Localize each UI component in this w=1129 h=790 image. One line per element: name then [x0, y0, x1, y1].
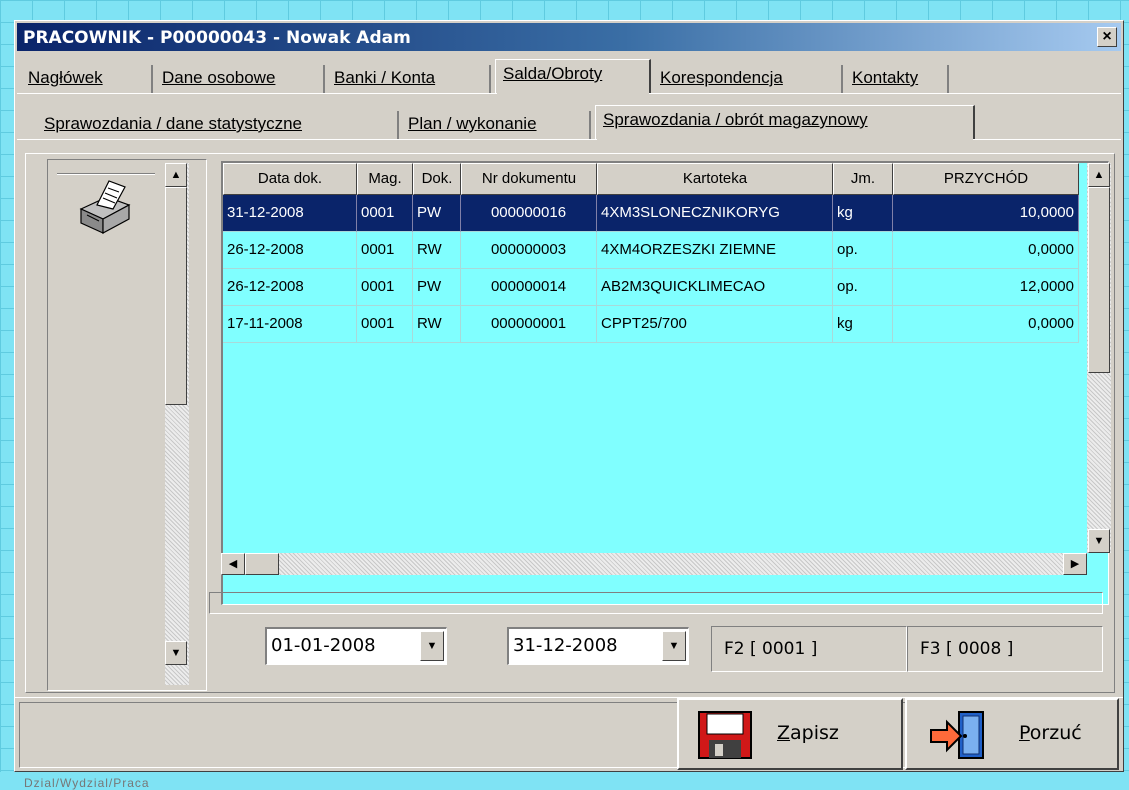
cell-przychod[interactable]: 0,0000: [893, 306, 1079, 343]
cell-nr-dokumentu[interactable]: 000000003: [461, 232, 597, 269]
cell-mag[interactable]: 0001: [357, 269, 413, 306]
scroll-down-button[interactable]: ▼: [1088, 529, 1110, 553]
tab-sprawozdania-dane-statystyczne[interactable]: Sprawozdania / dane statystyczne: [37, 111, 399, 139]
cell-kartoteka[interactable]: 4XM4ORZESZKI ZIEMNE: [597, 232, 833, 269]
cell-kartoteka[interactable]: CPPT25/700: [597, 306, 833, 343]
grid-header-row: Data dok. Mag. Dok. Nr dokumentu Kartote…: [223, 163, 1079, 195]
scroll-up-button[interactable]: ▲: [165, 163, 187, 187]
scroll-thumb[interactable]: [165, 187, 187, 405]
cell-date[interactable]: 17-11-2008: [223, 306, 357, 343]
employee-window: PRACOWNIK - P00000043 - Nowak Adam × Nag…: [14, 20, 1124, 772]
column-header-nr-dokumentu[interactable]: Nr dokumentu: [461, 163, 597, 195]
title-bar[interactable]: PRACOWNIK - P00000043 - Nowak Adam ×: [17, 23, 1121, 51]
tab-banki-konta[interactable]: Banki / Konta: [327, 65, 491, 93]
top-tab-row: Nagłówek Dane osobowe Banki / Konta Sald…: [15, 59, 1123, 93]
cell-mag[interactable]: 0001: [357, 306, 413, 343]
cell-jm[interactable]: op.: [833, 269, 893, 306]
cell-mag[interactable]: 0001: [357, 232, 413, 269]
save-button[interactable]: Zapisz: [677, 698, 903, 770]
table-row[interactable]: 31-12-2008 0001 PW 000000016 4XM3SLONECZ…: [223, 195, 1079, 232]
scroll-left-button[interactable]: ◀: [221, 553, 245, 575]
date-to-dropdown-button[interactable]: ▼: [662, 631, 686, 661]
cell-kartoteka[interactable]: AB2M3QUICKLIMECAO: [597, 269, 833, 306]
tab-underline: [649, 93, 1121, 94]
column-header-przychod[interactable]: PRZYCHÓD: [893, 163, 1079, 195]
desktop-bottom-strip: [0, 772, 1129, 790]
save-button-accelerator: Z: [777, 722, 791, 744]
table-row[interactable]: 26-12-2008 0001 PW 000000014 AB2M3QUICKL…: [223, 269, 1079, 306]
date-from-combo[interactable]: 01-01-2008 ▼: [265, 627, 447, 665]
save-button-label: Zapisz: [777, 722, 839, 744]
date-to-value[interactable]: 31-12-2008: [513, 635, 618, 656]
date-from-value[interactable]: 01-01-2008: [271, 635, 376, 656]
floppy-disk-icon: [698, 711, 752, 759]
cell-przychod[interactable]: 12,0000: [893, 269, 1079, 306]
column-header-data-dok[interactable]: Data dok.: [223, 163, 357, 195]
cell-nr-dokumentu[interactable]: 000000001: [461, 306, 597, 343]
save-button-label-rest: apisz: [790, 722, 839, 744]
status-strip: [209, 592, 1103, 614]
tab-underline: [17, 139, 597, 140]
cell-mag[interactable]: 0001: [357, 195, 413, 232]
scroll-down-button[interactable]: ▼: [165, 641, 187, 665]
background-label: Dzial/Wydzial/Praca: [24, 776, 150, 790]
grid-vertical-scrollbar[interactable]: ▲ ▼: [1087, 163, 1111, 553]
cancel-button-label-rest: orzuć: [1029, 722, 1082, 744]
tab-naglowek[interactable]: Nagłówek: [21, 65, 153, 93]
cell-jm[interactable]: kg: [833, 195, 893, 232]
cell-nr-dokumentu[interactable]: 000000016: [461, 195, 597, 232]
column-header-jm[interactable]: Jm.: [833, 163, 893, 195]
date-from-dropdown-button[interactable]: ▼: [420, 631, 444, 661]
cell-date[interactable]: 31-12-2008: [223, 195, 357, 232]
cell-jm[interactable]: op.: [833, 232, 893, 269]
sub-tab-row: Sprawozdania / dane statystyczne Plan / …: [15, 105, 1123, 139]
tab-underline: [973, 139, 1121, 140]
cell-dok[interactable]: RW: [413, 306, 461, 343]
cancel-button-label: Porzuć: [1019, 722, 1082, 744]
column-header-mag[interactable]: Mag.: [357, 163, 413, 195]
window-title: PRACOWNIK - P00000043 - Nowak Adam: [23, 28, 411, 48]
table-row[interactable]: 17-11-2008 0001 RW 000000001 CPPT25/700 …: [223, 306, 1079, 343]
panel-separator: [57, 173, 155, 175]
scroll-thumb[interactable]: [245, 553, 279, 575]
table-row[interactable]: 26-12-2008 0001 RW 000000003 4XM4ORZESZK…: [223, 232, 1079, 269]
grid-horizontal-scrollbar[interactable]: ◀ ▶: [221, 553, 1087, 575]
cell-przychod[interactable]: 10,0000: [893, 195, 1079, 232]
tab-sprawozdania-obrot-magazynowy[interactable]: Sprawozdania / obrót magazynowy: [595, 105, 975, 139]
printer-icon[interactable]: [75, 179, 135, 237]
tab-kontakty[interactable]: Kontakty: [845, 65, 949, 93]
cancel-button[interactable]: Porzuć: [905, 698, 1119, 770]
cell-przychod[interactable]: 0,0000: [893, 232, 1079, 269]
tab-plan-wykonanie[interactable]: Plan / wykonanie: [401, 111, 591, 139]
scroll-thumb[interactable]: [1088, 187, 1110, 373]
documents-grid: Data dok. Mag. Dok. Nr dokumentu Kartote…: [221, 161, 1109, 605]
f3-filter-box[interactable]: F3 [ 0008 ]: [907, 626, 1103, 672]
f2-filter-box[interactable]: F2 [ 0001 ]: [711, 626, 907, 672]
tab-salda-obroty[interactable]: Salda/Obroty: [495, 59, 651, 93]
tab-korespondencja[interactable]: Korespondencja: [653, 65, 843, 93]
cell-dok[interactable]: PW: [413, 269, 461, 306]
column-header-kartoteka[interactable]: Kartoteka: [597, 163, 833, 195]
cell-kartoteka[interactable]: 4XM3SLONECZNIKORYG: [597, 195, 833, 232]
cancel-button-accelerator: P: [1019, 722, 1030, 744]
cell-jm[interactable]: kg: [833, 306, 893, 343]
date-to-combo[interactable]: 31-12-2008 ▼: [507, 627, 689, 665]
tab-dane-osobowe[interactable]: Dane osobowe: [155, 65, 325, 93]
cell-nr-dokumentu[interactable]: 000000014: [461, 269, 597, 306]
scroll-right-button[interactable]: ▶: [1063, 553, 1087, 575]
exit-door-icon: [930, 711, 984, 759]
column-header-dok[interactable]: Dok.: [413, 163, 461, 195]
cell-date[interactable]: 26-12-2008: [223, 269, 357, 306]
close-button[interactable]: ×: [1097, 27, 1117, 47]
left-panel-scrollbar[interactable]: ▲ ▼: [165, 163, 189, 685]
scroll-up-button[interactable]: ▲: [1088, 163, 1110, 187]
tab-underline: [17, 93, 497, 94]
cell-dok[interactable]: PW: [413, 195, 461, 232]
cell-date[interactable]: 26-12-2008: [223, 232, 357, 269]
cell-dok[interactable]: RW: [413, 232, 461, 269]
